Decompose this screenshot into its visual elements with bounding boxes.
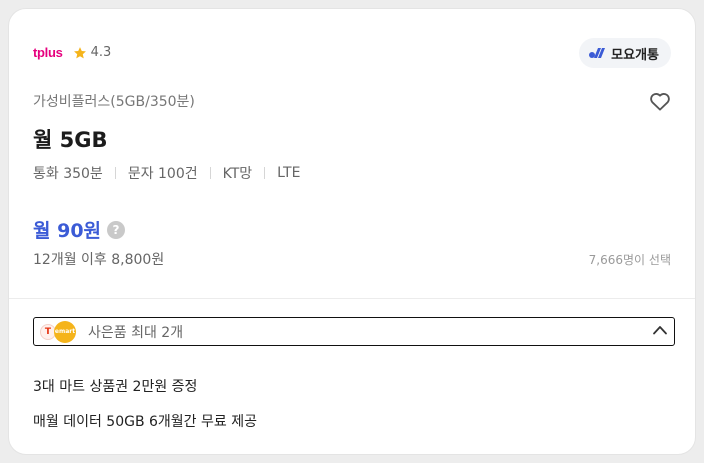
plan-card[interactable]: tplus 4.3 모요개통 가성비플러스(5GB/350분) 월 5GB 통화… <box>8 8 696 455</box>
gift-label: 사은품 최대 2개 <box>88 324 184 341</box>
rating-value: 4.3 <box>90 45 112 60</box>
benefit-item: 3대 마트 상품권 2만원 증정 <box>33 379 198 395</box>
plan-specs: 통화 350분 문자 100건 KT망 LTE <box>33 163 300 183</box>
spec-call: 통화 350분 <box>33 166 103 182</box>
section-divider <box>9 298 695 299</box>
badge-label: 모요개통 <box>611 47 659 63</box>
price-after-period: 12개월 이후 8,800원 <box>33 252 165 268</box>
emart-brand-icon: emart <box>54 320 76 343</box>
benefit-item: 매월 데이터 50GB 6개월간 무료 제공 <box>33 414 257 430</box>
plan-data-amount: 월 5GB <box>33 128 108 152</box>
help-icon[interactable]: ? <box>107 220 126 239</box>
spec-divider <box>264 167 266 179</box>
moyo-logo-icon <box>589 48 606 58</box>
gift-toggle[interactable]: T emart 사은품 최대 2개 <box>33 317 675 346</box>
price-row: 월 90원 ? <box>33 216 126 243</box>
selected-count: 7,666명이 선택 <box>588 253 671 267</box>
carrier-logo: tplus <box>33 45 63 60</box>
heart-icon[interactable] <box>649 91 671 111</box>
monthly-price: 월 90원 <box>33 220 102 242</box>
spec-divider <box>114 167 116 179</box>
spec-network: KT망 <box>222 166 253 182</box>
spec-sms: 문자 100건 <box>127 166 198 182</box>
plan-name: 가성비플러스(5GB/350분) <box>33 94 195 110</box>
moyo-badge: 모요개통 <box>579 38 671 68</box>
carrier-row: tplus 4.3 <box>33 45 111 60</box>
spec-divider <box>209 167 211 179</box>
spec-type: LTE <box>277 165 301 181</box>
chevron-up-icon <box>653 326 667 335</box>
star-icon <box>73 46 86 58</box>
